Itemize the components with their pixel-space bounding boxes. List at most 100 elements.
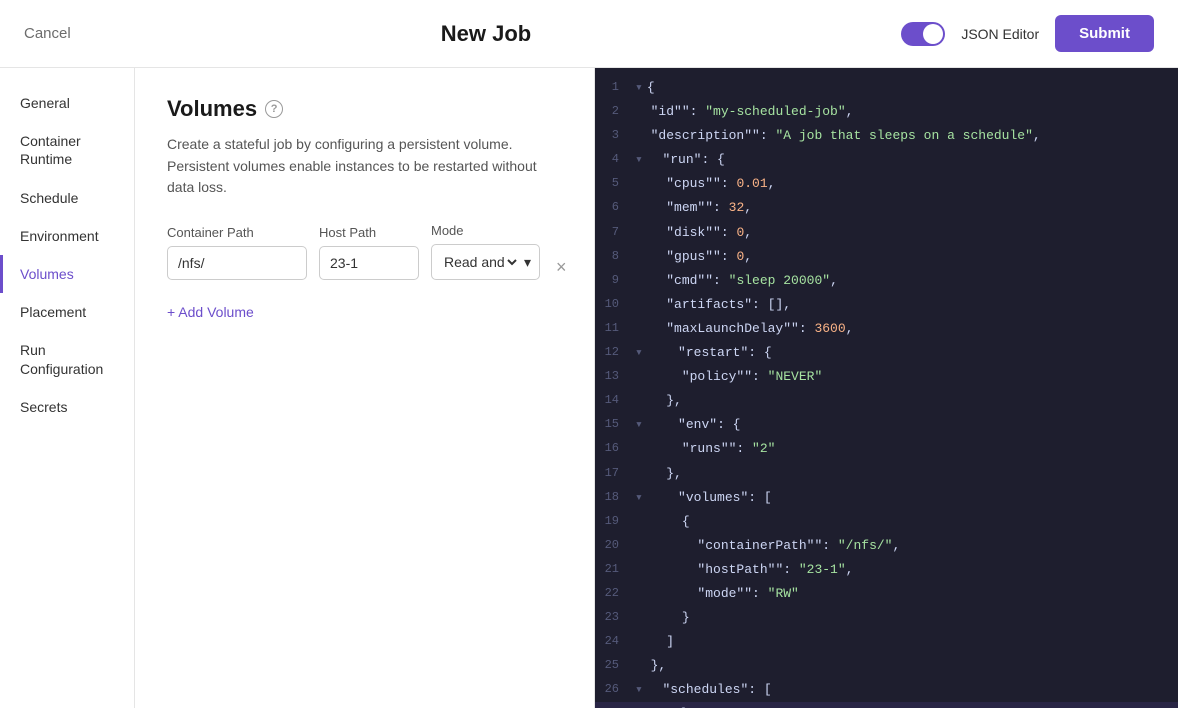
line-content: "cmd"": "sleep 20000", <box>635 270 1178 292</box>
line-number: 26 <box>595 679 635 701</box>
content-panel: Volumes ? Create a stateful job by confi… <box>135 68 595 708</box>
submit-button[interactable]: Submit <box>1055 15 1154 52</box>
line-number: 20 <box>595 535 635 557</box>
sidebar-item-general[interactable]: General <box>0 84 134 122</box>
sidebar-item-run-configuration[interactable]: Run Configuration <box>0 331 134 387</box>
json-line: 12▾ "restart": { <box>595 341 1178 365</box>
line-content: "description"": "A job that sleeps on a … <box>635 125 1178 147</box>
host-path-input[interactable] <box>319 246 419 280</box>
line-number: 18 <box>595 487 635 509</box>
line-content: { <box>647 703 1178 708</box>
json-line: 25 }, <box>595 654 1178 678</box>
collapse-icon[interactable]: ▾ <box>635 149 643 171</box>
remove-volume-button[interactable]: × <box>552 257 571 278</box>
line-number: 7 <box>595 222 635 244</box>
json-line: 16 "runs"": "2" <box>595 437 1178 461</box>
line-number: 19 <box>595 511 635 533</box>
json-line: 18▾ "volumes": [ <box>595 486 1178 510</box>
mode-label: Mode <box>431 223 540 238</box>
line-content: } <box>635 607 1178 629</box>
line-content: "policy"": "NEVER" <box>635 366 1178 388</box>
container-path-label: Container Path <box>167 225 307 240</box>
sidebar-item-volumes[interactable]: Volumes <box>0 255 134 293</box>
header: Cancel New Job JSON Editor Submit <box>0 0 1178 68</box>
chevron-down-icon: ▾ <box>524 254 531 271</box>
line-number: 15 <box>595 414 635 436</box>
line-content: { <box>647 77 1178 99</box>
line-content: "disk"": 0, <box>635 222 1178 244</box>
sidebar-item-schedule[interactable]: Schedule <box>0 179 134 217</box>
line-content: "run": { <box>647 149 1178 171</box>
line-content: "schedules": [ <box>647 679 1178 701</box>
json-line: 3 "description"": "A job that sleeps on … <box>595 124 1178 148</box>
line-content: }, <box>635 390 1178 412</box>
line-number: 4 <box>595 149 635 171</box>
volume-fields-row: Container Path Host Path Mode Read and W… <box>167 223 562 280</box>
json-line: 5 "cpus"": 0.01, <box>595 172 1178 196</box>
help-icon[interactable]: ? <box>265 100 283 118</box>
line-number: 14 <box>595 390 635 412</box>
json-line: 15▾ "env": { <box>595 413 1178 437</box>
json-line: 14 }, <box>595 389 1178 413</box>
line-number: 2 <box>595 101 635 123</box>
line-number: 1 <box>595 77 635 99</box>
collapse-icon[interactable]: ▾ <box>635 487 643 509</box>
sidebar-item-container-runtime[interactable]: Container Runtime <box>0 122 134 178</box>
json-editor-panel: 1▾{2 "id"": "my-scheduled-job",3 "descri… <box>595 68 1178 708</box>
line-content: "restart": { <box>647 342 1178 364</box>
line-content: ] <box>635 631 1178 653</box>
json-line: 27▾ { <box>595 702 1178 708</box>
collapse-icon[interactable]: ▾ <box>635 342 643 364</box>
collapse-icon[interactable]: ▾ <box>635 77 643 99</box>
line-content: "mem"": 32, <box>635 197 1178 219</box>
collapse-icon[interactable]: ▾ <box>635 679 643 701</box>
main-layout: General Container Runtime Schedule Envir… <box>0 68 1178 708</box>
collapse-icon[interactable]: ▾ <box>635 414 643 436</box>
line-content: { <box>635 511 1178 533</box>
line-number: 10 <box>595 294 635 316</box>
header-right: JSON Editor Submit <box>901 15 1154 52</box>
sidebar-item-placement[interactable]: Placement <box>0 293 134 331</box>
add-volume-button[interactable]: + Add Volume <box>167 300 254 324</box>
line-number: 13 <box>595 366 635 388</box>
json-line: 7 "disk"": 0, <box>595 221 1178 245</box>
section-title: Volumes ? <box>167 96 562 122</box>
collapse-icon[interactable]: ▾ <box>635 703 643 708</box>
page-title: New Job <box>441 21 531 47</box>
line-content: "gpus"": 0, <box>635 246 1178 268</box>
json-line: 13 "policy"": "NEVER" <box>595 365 1178 389</box>
mode-select-wrap[interactable]: Read and Write Read Only ▾ <box>431 244 540 280</box>
json-editor-toggle[interactable] <box>901 22 945 46</box>
line-content: "volumes": [ <box>647 487 1178 509</box>
json-line: 8 "gpus"": 0, <box>595 245 1178 269</box>
line-number: 12 <box>595 342 635 364</box>
line-number: 11 <box>595 318 635 340</box>
line-number: 6 <box>595 197 635 219</box>
json-line: 21 "hostPath"": "23-1", <box>595 558 1178 582</box>
line-content: }, <box>635 463 1178 485</box>
line-content: "mode"": "RW" <box>635 583 1178 605</box>
container-path-input[interactable] <box>167 246 307 280</box>
json-line: 9 "cmd"": "sleep 20000", <box>595 269 1178 293</box>
line-content: "cpus"": 0.01, <box>635 173 1178 195</box>
json-line: 26▾ "schedules": [ <box>595 678 1178 702</box>
line-content: "artifacts": [], <box>635 294 1178 316</box>
mode-select[interactable]: Read and Write Read Only <box>440 253 520 271</box>
sidebar: General Container Runtime Schedule Envir… <box>0 68 135 708</box>
line-number: 17 <box>595 463 635 485</box>
host-path-label: Host Path <box>319 225 419 240</box>
json-line: 20 "containerPath"": "/nfs/", <box>595 534 1178 558</box>
sidebar-item-secrets[interactable]: Secrets <box>0 388 134 426</box>
line-content: "maxLaunchDelay"": 3600, <box>635 318 1178 340</box>
line-number: 9 <box>595 270 635 292</box>
json-line: 17 }, <box>595 462 1178 486</box>
json-line: 1▾{ <box>595 76 1178 100</box>
line-number: 27 <box>595 703 635 708</box>
sidebar-item-environment[interactable]: Environment <box>0 217 134 255</box>
line-content: "runs"": "2" <box>635 438 1178 460</box>
cancel-button[interactable]: Cancel <box>24 19 71 48</box>
line-number: 3 <box>595 125 635 147</box>
json-editor-label: JSON Editor <box>961 26 1039 42</box>
json-line: 11 "maxLaunchDelay"": 3600, <box>595 317 1178 341</box>
line-number: 22 <box>595 583 635 605</box>
